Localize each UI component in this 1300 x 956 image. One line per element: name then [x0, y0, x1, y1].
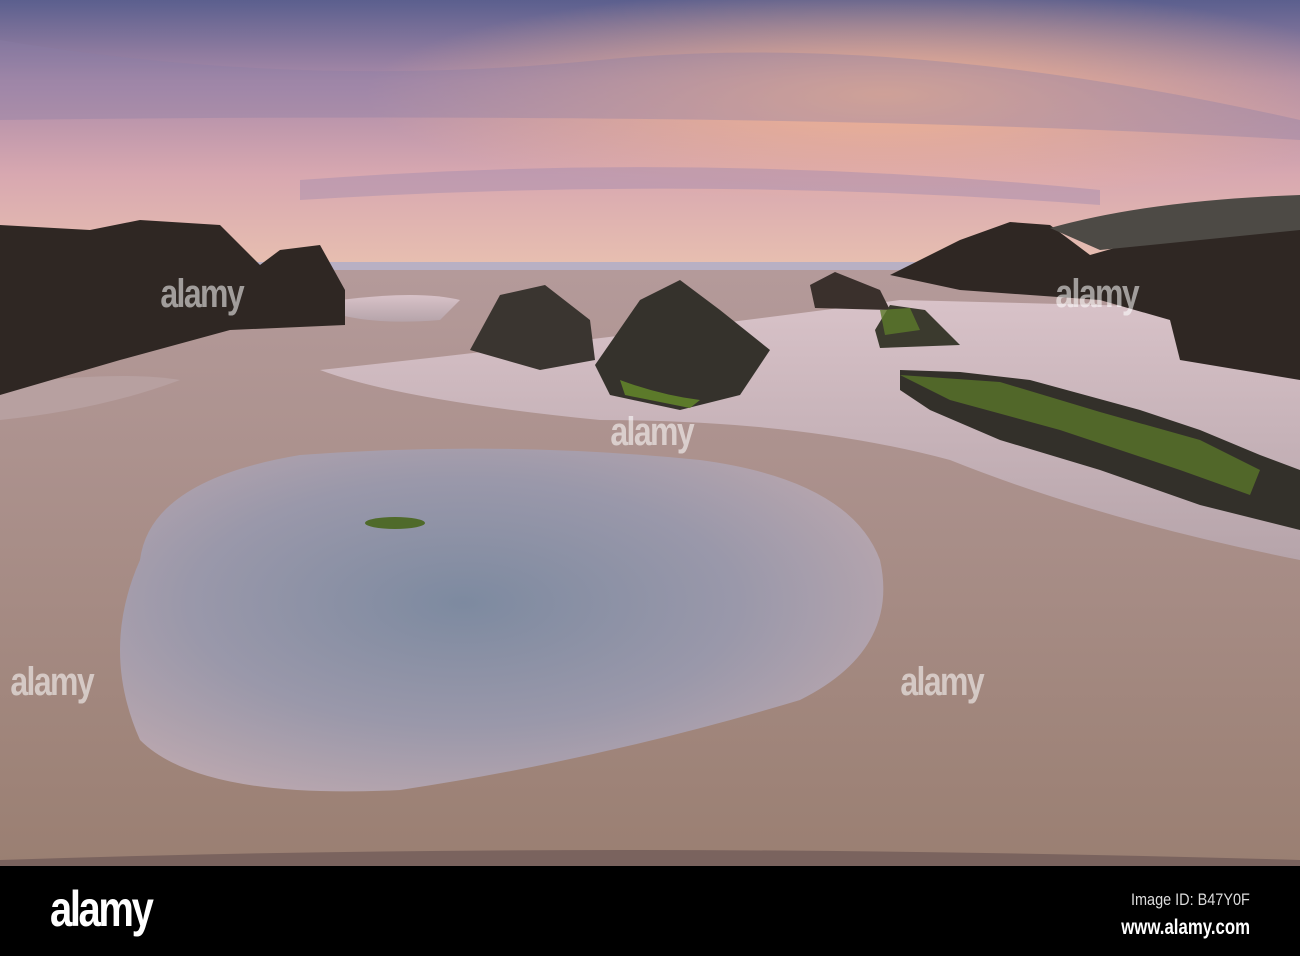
- watermark: alamy: [1055, 272, 1139, 316]
- watermark: alamy: [900, 660, 984, 704]
- image-id: Image ID: B47Y0F: [1131, 890, 1250, 909]
- footer-bar: alamy Image ID: B47Y0F www.alamy.com: [0, 866, 1300, 956]
- stock-photo: alamy alamy alamy alamy alamy alamy Imag…: [0, 0, 1300, 956]
- watermark: alamy: [160, 272, 244, 316]
- alamy-logo: alamy: [50, 881, 154, 937]
- watermark: alamy: [10, 660, 94, 704]
- watermark: alamy: [610, 410, 694, 454]
- website-url: www.alamy.com: [1121, 916, 1250, 939]
